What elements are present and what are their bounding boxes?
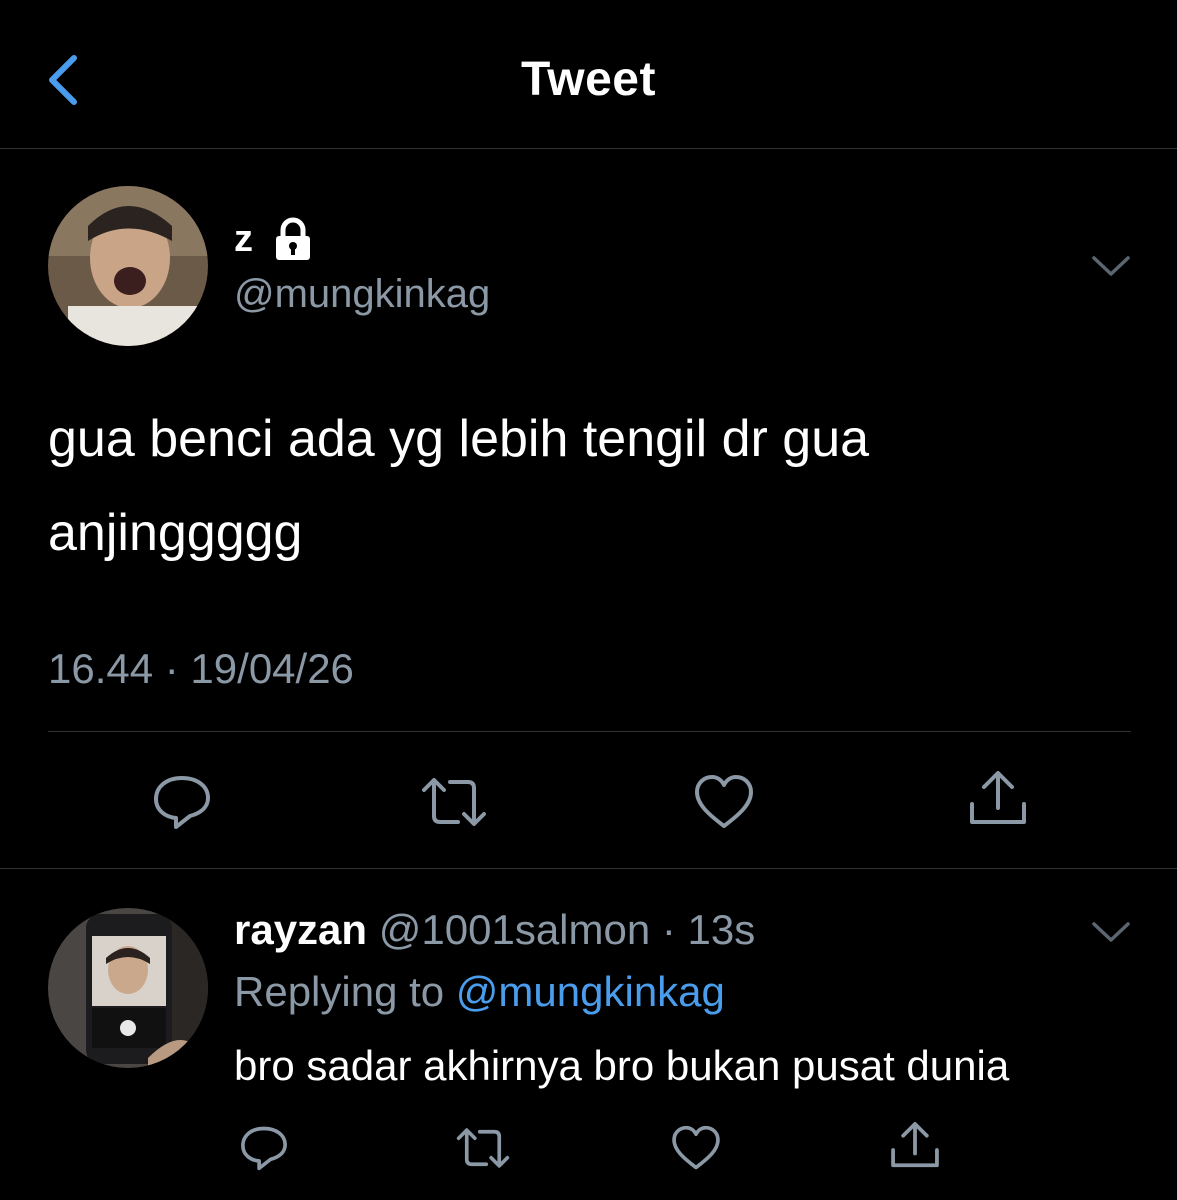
avatar-image	[48, 186, 208, 346]
share-button[interactable]	[966, 766, 1030, 835]
reply-menu-button[interactable]	[1088, 916, 1134, 951]
chevron-down-icon	[1092, 256, 1130, 276]
chevron-down-icon	[1092, 922, 1130, 942]
author-handle: @mungkinkag	[234, 272, 491, 316]
like-button[interactable]	[692, 770, 756, 839]
tweet-text-line2: anjinggggg	[48, 504, 303, 562]
timestamp-divider	[48, 731, 1131, 732]
tweet-menu-button[interactable]	[1088, 250, 1134, 285]
reply-author-name: rayzan	[234, 906, 368, 953]
tweet-timestamp: 16.44 · 19/04/26	[48, 645, 354, 692]
reply-author-avatar[interactable]	[48, 908, 208, 1068]
tweet-text-line1: gua benci ada yg lebih tengil dr gua	[48, 410, 870, 468]
reply-retweet-button[interactable]	[452, 1122, 514, 1179]
reply-share-button[interactable]	[888, 1118, 942, 1177]
author-name: z	[234, 218, 253, 260]
reply-icon	[241, 1126, 287, 1171]
reply-reply-button[interactable]	[238, 1122, 290, 1179]
reply-author-handle: @1001salmon	[378, 906, 651, 953]
reply-header: rayzan @1001salmon · 13s	[234, 906, 755, 954]
like-icon	[695, 775, 753, 828]
share-icon	[891, 1122, 939, 1168]
reply-button[interactable]	[150, 770, 214, 839]
reply-icon	[154, 776, 210, 829]
header-divider	[0, 148, 1177, 149]
reply-text: bro sadar akhirnya bro bukan pusat dunia	[234, 1042, 1010, 1089]
replying-to-label: Replying to	[234, 968, 445, 1015]
reply-like-button[interactable]	[670, 1122, 722, 1179]
author-avatar[interactable]	[48, 186, 208, 346]
share-icon	[970, 771, 1026, 824]
replying-to-link[interactable]: @mungkinkag	[456, 968, 725, 1015]
retweet-icon	[422, 778, 486, 826]
reply-avatar-image	[48, 908, 208, 1068]
replying-to-line: Replying to @mungkinkag	[234, 968, 725, 1016]
lock-icon	[270, 216, 316, 267]
page-title: Tweet	[521, 53, 656, 106]
actions-divider	[0, 868, 1177, 869]
like-icon	[672, 1125, 720, 1170]
retweet-icon	[456, 1128, 510, 1168]
reply-time: · 13s	[661, 906, 756, 953]
retweet-button[interactable]	[416, 770, 492, 839]
